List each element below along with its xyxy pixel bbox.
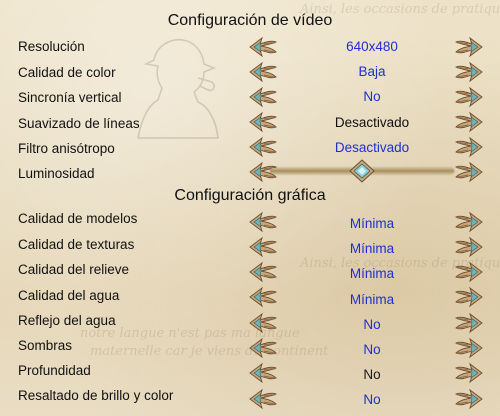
brightness-increase-button[interactable]	[454, 161, 484, 183]
shadows-label: Sombras	[18, 338, 73, 353]
relief-quality-value: Mínima	[349, 266, 395, 281]
vsync-value: No	[363, 89, 381, 104]
bloom-label: Resaltado de brillo y color	[18, 388, 174, 403]
resolution-value: 640x480	[346, 39, 398, 54]
video-settings-title: Configuración de vídeo	[167, 12, 333, 29]
model-quality-label: Calidad de modelos	[18, 211, 138, 226]
bloom-value: No	[363, 392, 381, 407]
water-reflection-label: Reflejo del agua	[18, 313, 116, 328]
vsync-next-button[interactable]	[454, 86, 484, 108]
bloom-prev-button[interactable]	[248, 388, 278, 410]
sherlock-silhouette-icon	[128, 30, 228, 140]
resolution-prev-button[interactable]	[248, 36, 278, 58]
anisotropic-filter-next-button[interactable]	[454, 136, 484, 158]
texture-quality-prev-button[interactable]	[248, 236, 278, 258]
relief-quality-prev-button[interactable]	[248, 261, 278, 283]
color-quality-value: Baja	[358, 64, 386, 79]
depth-value: No	[363, 367, 381, 382]
anisotropic-filter-label: Filtro anisótropo	[18, 141, 115, 156]
water-reflection-prev-button[interactable]	[248, 312, 278, 334]
gem-slider-knob-icon[interactable]	[349, 159, 375, 183]
texture-quality-label: Calidad de texturas	[18, 237, 135, 252]
vsync-label: Sincronía vertical	[18, 90, 122, 105]
depth-next-button[interactable]	[454, 362, 484, 384]
shadows-prev-button[interactable]	[248, 337, 278, 359]
anisotropic-filter-prev-button[interactable]	[248, 136, 278, 158]
water-quality-value: Mínima	[349, 292, 395, 307]
model-quality-next-button[interactable]	[454, 211, 484, 233]
water-quality-next-button[interactable]	[454, 286, 484, 308]
color-quality-prev-button[interactable]	[248, 61, 278, 83]
brightness-label: Luminosidad	[18, 166, 95, 181]
antialiasing-next-button[interactable]	[454, 111, 484, 133]
color-quality-next-button[interactable]	[454, 61, 484, 83]
antialiasing-prev-button[interactable]	[248, 111, 278, 133]
relief-quality-next-button[interactable]	[454, 261, 484, 283]
model-quality-value: Mínima	[349, 216, 395, 231]
bloom-next-button[interactable]	[454, 388, 484, 410]
antialiasing-label: Suavizado de líneas	[18, 116, 140, 131]
background-script: maternelle car je viens du continent	[90, 344, 329, 359]
color-quality-label: Calidad de color	[18, 65, 116, 80]
texture-quality-next-button[interactable]	[454, 236, 484, 258]
model-quality-prev-button[interactable]	[248, 211, 278, 233]
shadows-next-button[interactable]	[454, 337, 484, 359]
resolution-label: Resolución	[18, 39, 85, 54]
depth-label: Profundidad	[18, 363, 91, 378]
water-quality-label: Calidad del agua	[18, 288, 120, 303]
resolution-next-button[interactable]	[454, 36, 484, 58]
antialiasing-value: Desactivado	[334, 115, 410, 130]
vsync-prev-button[interactable]	[248, 86, 278, 108]
water-quality-prev-button[interactable]	[248, 286, 278, 308]
relief-quality-label: Calidad del relieve	[18, 262, 130, 277]
shadows-value: No	[363, 342, 381, 357]
water-reflection-next-button[interactable]	[454, 312, 484, 334]
anisotropic-filter-value: Desactivado	[334, 140, 410, 155]
graphics-settings-title: Configuración gráfica	[174, 187, 326, 204]
depth-prev-button[interactable]	[248, 362, 278, 384]
water-reflection-value: No	[363, 317, 381, 332]
texture-quality-value: Mínima	[349, 241, 395, 256]
